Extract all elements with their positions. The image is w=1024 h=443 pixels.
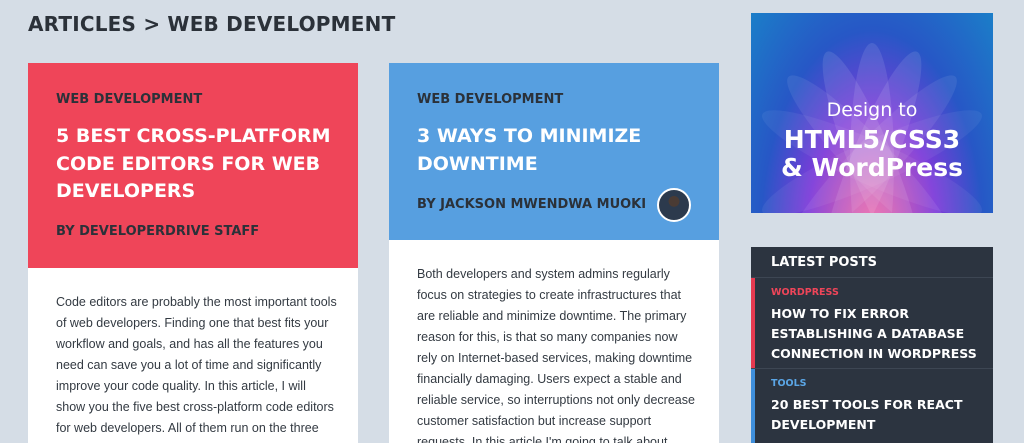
article-category[interactable]: WEB DEVELOPMENT (56, 92, 202, 107)
latest-post-category[interactable]: TOOLS (771, 378, 807, 389)
latest-post-title[interactable]: 20 BEST TOOLS FOR REACT DEVELOPMENT (771, 395, 986, 435)
article-author[interactable]: BY DEVELOPERDRIVE STAFF (56, 224, 259, 239)
article-card-header: WEB DEVELOPMENT 3 WAYS TO MINIMIZE DOWNT… (389, 63, 719, 240)
latest-posts-widget: LATEST POSTS WORDPRESS HOW TO FIX ERROR … (751, 247, 993, 443)
article-excerpt: Both developers and system admins regula… (417, 267, 695, 443)
latest-posts-heading: LATEST POSTS (771, 255, 878, 270)
author-avatar[interactable] (657, 188, 691, 222)
article-card[interactable]: WEB DEVELOPMENT 3 WAYS TO MINIMIZE DOWNT… (389, 63, 719, 443)
article-excerpt: Code editors are probably the most impor… (56, 295, 337, 443)
latest-post-title[interactable]: HOW TO FIX ERROR ESTABLISHING A DATABASE… (771, 304, 986, 364)
article-category[interactable]: WEB DEVELOPMENT (417, 92, 563, 107)
article-author[interactable]: BY JACKSON MWENDWA MUOKI (417, 197, 646, 212)
promo-line-1: Design to (826, 99, 918, 121)
category-accent-bar (751, 369, 755, 443)
promo-line-3: & WordPress (781, 153, 963, 182)
article-card-header: WEB DEVELOPMENT 5 BEST CROSS-PLATFORM CO… (28, 63, 358, 268)
latest-post-item[interactable]: TOOLS 20 BEST TOOLS FOR REACT DEVELOPMEN… (751, 369, 993, 443)
article-title[interactable]: 5 BEST CROSS-PLATFORM CODE EDITORS FOR W… (56, 123, 346, 206)
category-accent-bar (751, 278, 755, 368)
breadcrumb: ARTICLES > WEB DEVELOPMENT (28, 12, 396, 36)
latest-post-category[interactable]: WORDPRESS (771, 287, 839, 298)
article-title[interactable]: 3 WAYS TO MINIMIZE DOWNTIME (417, 123, 707, 178)
latest-post-item[interactable]: WORDPRESS HOW TO FIX ERROR ESTABLISHING … (751, 278, 993, 368)
promo-banner[interactable]: Design to HTML5/CSS3 & WordPress (751, 13, 993, 213)
article-card[interactable]: WEB DEVELOPMENT 5 BEST CROSS-PLATFORM CO… (28, 63, 358, 443)
promo-line-2: HTML5/CSS3 (783, 125, 961, 154)
